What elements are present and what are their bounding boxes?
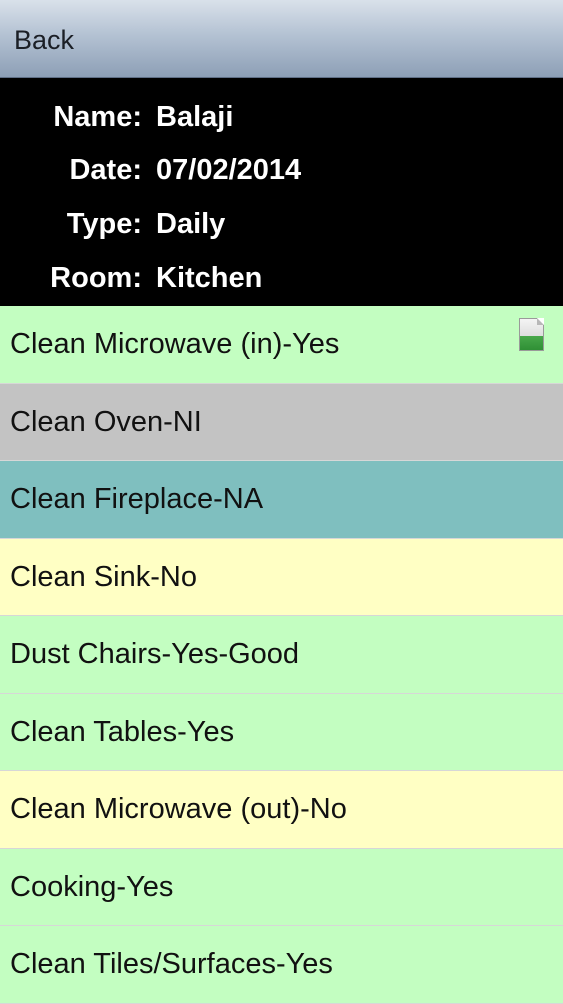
task-label: Clean Microwave (out)-No bbox=[10, 793, 347, 825]
task-label: Clean Oven-NI bbox=[10, 405, 202, 438]
info-row-date: Date: 07/02/2014 bbox=[0, 150, 563, 190]
room-value: Kitchen bbox=[156, 262, 263, 294]
inspection-info-panel: Name: Balaji Date: 07/02/2014 Type: Dail… bbox=[0, 78, 563, 306]
task-label: Clean Microwave (in)-Yes bbox=[10, 328, 340, 360]
info-row-name: Name: Balaji bbox=[0, 97, 563, 137]
task-label: Clean Fireplace-NA bbox=[10, 483, 264, 515]
task-row[interactable]: Clean Oven-NI bbox=[0, 383, 563, 461]
task-row[interactable]: Dust Chairs-Yes-Good bbox=[0, 616, 563, 694]
photo-thumbnail-icon[interactable] bbox=[519, 318, 544, 351]
name-label: Name: bbox=[53, 101, 142, 133]
task-row[interactable]: Cooking-Yes bbox=[0, 848, 563, 926]
type-value: Daily bbox=[156, 208, 226, 240]
navigation-bar: Back bbox=[0, 0, 563, 78]
task-label: Cooking-Yes bbox=[10, 870, 174, 903]
task-list: Clean Microwave (in)-Yes Clean Oven-NI C… bbox=[0, 306, 563, 1004]
date-label: Date: bbox=[69, 154, 142, 186]
type-label: Type: bbox=[66, 208, 142, 240]
task-label: Clean Tiles/Surfaces-Yes bbox=[10, 948, 333, 980]
room-label: Room: bbox=[50, 262, 142, 294]
name-value: Balaji bbox=[156, 101, 234, 133]
task-label: Clean Tables-Yes bbox=[10, 715, 235, 748]
date-value: 07/02/2014 bbox=[156, 154, 302, 186]
task-row[interactable]: Clean Microwave (in)-Yes bbox=[0, 306, 563, 384]
back-button[interactable]: Back bbox=[14, 22, 74, 58]
task-row[interactable]: Clean Fireplace-NA bbox=[0, 461, 563, 539]
task-row[interactable]: Clean Microwave (out)-No bbox=[0, 771, 563, 849]
task-label: Dust Chairs-Yes-Good bbox=[10, 638, 300, 670]
task-row[interactable]: Clean Sink-No bbox=[0, 538, 563, 616]
task-row[interactable]: Clean Tables-Yes bbox=[0, 693, 563, 771]
info-row-type: Type: Daily bbox=[0, 204, 563, 244]
task-row[interactable]: Clean Tiles/Surfaces-Yes bbox=[0, 926, 563, 1004]
info-row-room: Room: Kitchen bbox=[0, 258, 563, 298]
task-label: Clean Sink-No bbox=[10, 560, 197, 593]
